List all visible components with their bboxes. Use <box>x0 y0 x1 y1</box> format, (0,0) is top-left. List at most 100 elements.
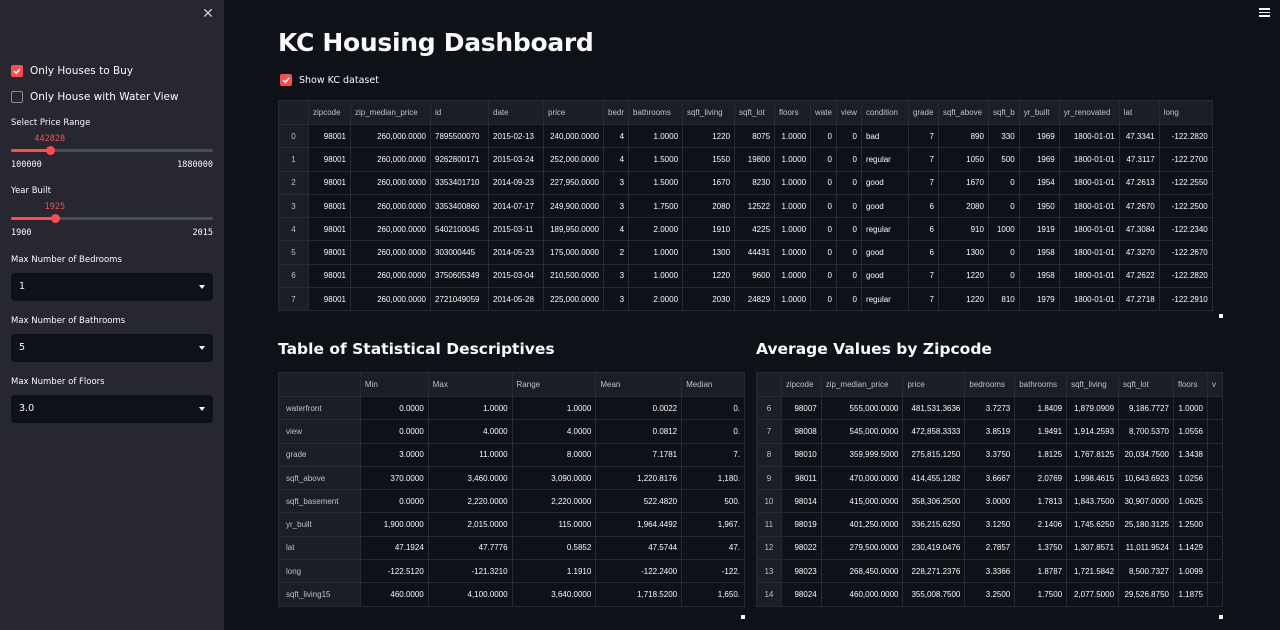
index-header[interactable] <box>278 372 361 397</box>
dataset-table[interactable]: zipcode zip_median_price id date price bedr ba… <box>278 100 1223 316</box>
hamburger-menu-icon[interactable] <box>1259 8 1270 17</box>
column-header[interactable]: sqft_living <box>1066 372 1120 397</box>
column-header[interactable]: wate <box>810 100 837 125</box>
table-row[interactable]: 10 98014 415,000.0000 358,306.2500 3.0000 1.7… <box>756 489 1223 514</box>
year-slider-min: 1900 <box>11 228 32 238</box>
bathrooms-select[interactable]: 5 <box>11 334 213 362</box>
column-header[interactable]: id <box>430 100 489 125</box>
table-row[interactable]: 1 98001 260,000.0000 9262800171 2015-03-24 25… <box>278 147 1213 172</box>
close-sidebar-icon[interactable]: ✕ <box>200 6 216 22</box>
column-header[interactable]: Mean <box>595 372 683 397</box>
column-header[interactable]: date <box>488 100 544 125</box>
zipcode-resize-handle[interactable] <box>1219 615 1223 619</box>
table-row[interactable]: sqft_living15 460.0000 4,100.0000 3,640.000… <box>278 582 745 607</box>
column-header[interactable]: sqft_above <box>937 100 989 125</box>
table-cell: 1950 <box>1018 193 1060 219</box>
table-cell: 1,767.8125 <box>1066 442 1120 467</box>
checkbox-show-dataset[interactable]: Show KC dataset <box>280 74 379 86</box>
table-row[interactable]: long -122.5120 -121.3210 1.1910 -122.2400 -12… <box>278 559 745 584</box>
table-cell: 1.7500 <box>1014 582 1068 607</box>
column-header[interactable]: sqft_living <box>682 100 736 125</box>
table-row[interactable]: lat 47.1924 47.7776 0.5852 47.5744 47. <box>278 535 745 561</box>
column-header[interactable]: sqft_b <box>987 100 1020 125</box>
column-header[interactable]: floors <box>774 100 812 125</box>
table-cell: 6 <box>907 217 939 242</box>
checkbox-houses-to-buy[interactable]: Only Houses to Buy <box>11 63 133 79</box>
table-cell: bad <box>860 123 909 149</box>
table-row[interactable]: 7 98001 260,000.0000 2721049059 2014-05-28 22… <box>278 287 1213 312</box>
checkbox-checked-icon[interactable] <box>280 74 292 86</box>
column-header[interactable]: v <box>1206 372 1223 397</box>
column-header[interactable]: grade <box>907 100 939 125</box>
table-cell: 3.0000 <box>359 442 429 467</box>
table-row[interactable]: 11 98019 401,250.0000 336,215.6250 3.1250 2.1… <box>756 512 1223 537</box>
checkbox-checked-icon[interactable] <box>11 65 23 77</box>
table-cell: 0 <box>835 240 862 265</box>
table-row[interactable]: view 0.0000 4.0000 4.0000 0.0812 0. <box>278 419 745 444</box>
table-row[interactable]: 9 98011 470,000.0000 414,455.1282 3.6667 2.07… <box>756 465 1223 491</box>
column-header[interactable]: Median <box>681 372 745 397</box>
floors-select[interactable]: 3.0 <box>11 395 213 423</box>
dataset-resize-handle[interactable] <box>1219 314 1223 318</box>
table-row[interactable]: 8 98010 359,999.5000 275,815.1250 3.3750 1.81… <box>756 442 1223 467</box>
table-row[interactable]: 0 98001 260,000.0000 7895500070 2015-02-13 24… <box>278 123 1213 149</box>
checkbox-water-view[interactable]: Only House with Water View <box>11 89 179 105</box>
table-row[interactable]: 3 98001 260,000.0000 3353400860 2014-07-17 24… <box>278 193 1213 219</box>
column-header[interactable]: zipcode <box>308 100 351 125</box>
table-row[interactable]: 14 98024 460,000.0000 355,008.7500 3.2500 1.7… <box>756 582 1223 607</box>
price-slider-track[interactable] <box>11 146 213 155</box>
table-cell: 260,000.0000 <box>350 123 431 149</box>
checkbox-unchecked-icon[interactable] <box>11 91 23 103</box>
stats-table[interactable]: Min Max Range Mean Median waterfront 0.0000 1.… <box>278 372 745 618</box>
column-header[interactable]: price <box>543 100 604 125</box>
column-header[interactable]: Min <box>359 372 429 397</box>
column-header[interactable]: zip_median_price <box>350 100 431 125</box>
column-header[interactable]: long <box>1158 100 1213 125</box>
table-row[interactable]: yr_built 1,900.0000 2,015.0000 115.0000 1,96… <box>278 512 745 537</box>
price-slider-thumb[interactable] <box>45 146 55 155</box>
column-header[interactable]: sqft_lot <box>1118 372 1174 397</box>
table-row[interactable]: 5 98001 260,000.0000 303000445 2014-05-23 175… <box>278 240 1213 265</box>
table-cell: 4225 <box>734 217 776 242</box>
column-header[interactable]: condition <box>860 100 909 125</box>
index-header[interactable] <box>278 100 309 125</box>
column-header[interactable]: zipcode <box>780 372 822 397</box>
bedrooms-select[interactable]: 1 <box>11 273 213 301</box>
column-header[interactable]: Range <box>511 372 597 397</box>
column-header[interactable]: floors <box>1172 372 1208 397</box>
column-header[interactable]: yr_built <box>1018 100 1060 125</box>
table-cell: 1800-01-01 <box>1058 170 1120 195</box>
table-row[interactable]: 4 98001 260,000.0000 5402100045 2015-03-11 18… <box>278 217 1213 242</box>
table-row[interactable]: 13 98023 268,450.0000 228,271.2376 3.3366 1.8… <box>756 559 1223 584</box>
bathrooms-label: Max Number of Bathrooms <box>11 316 126 326</box>
stats-resize-handle[interactable] <box>741 615 745 619</box>
table-row[interactable]: grade 3.0000 11.0000 8.0000 7.1781 7. <box>278 442 745 467</box>
table-cell: 810 <box>987 287 1020 312</box>
table-row[interactable]: 6 98001 260,000.0000 3750605349 2015-03-04 21… <box>278 263 1213 289</box>
column-header[interactable]: zip_median_price <box>820 372 904 397</box>
index-header[interactable] <box>756 372 782 397</box>
column-header[interactable]: bedr <box>602 100 630 125</box>
column-header[interactable]: view <box>835 100 862 125</box>
table-row[interactable]: sqft_basement 0.0000 2,220.0000 2,220.0000 5… <box>278 489 745 514</box>
zipcode-table[interactable]: zipcode zip_median_price price bedrooms bath… <box>756 372 1223 618</box>
column-header[interactable]: bedrooms <box>964 372 1016 397</box>
table-cell: 1220 <box>937 287 989 312</box>
table-row[interactable]: 7 98008 545,000.0000 472,858.3333 3.8519 1.94… <box>756 419 1223 444</box>
column-header[interactable]: price <box>902 372 966 397</box>
column-header[interactable]: bathrooms <box>1014 372 1068 397</box>
table-row[interactable]: 2 98001 260,000.0000 3353401710 2014-09-23 22… <box>278 170 1213 195</box>
table-row[interactable]: 6 98007 555,000.0000 481,531.3636 3.7273 1.84… <box>756 395 1223 421</box>
table-cell: 470,000.0000 <box>820 465 904 491</box>
table-row[interactable]: waterfront 0.0000 1.0000 1.0000 0.0022 0. <box>278 395 745 421</box>
table-cell: 481,531.3636 <box>902 395 966 421</box>
year-slider-track[interactable] <box>11 214 213 223</box>
year-slider-thumb[interactable] <box>50 214 60 223</box>
column-header[interactable]: sqft_lot <box>734 100 776 125</box>
column-header[interactable]: yr_renovated <box>1058 100 1120 125</box>
column-header[interactable]: lat <box>1118 100 1160 125</box>
column-header[interactable]: Max <box>427 372 513 397</box>
table-row[interactable]: 12 98022 279,500.0000 230,419.0476 2.7857 1.3… <box>756 535 1223 561</box>
column-header[interactable]: bathrooms <box>628 100 684 125</box>
table-row[interactable]: sqft_above 370.0000 3,460.0000 3,090.0000 1,… <box>278 465 745 491</box>
